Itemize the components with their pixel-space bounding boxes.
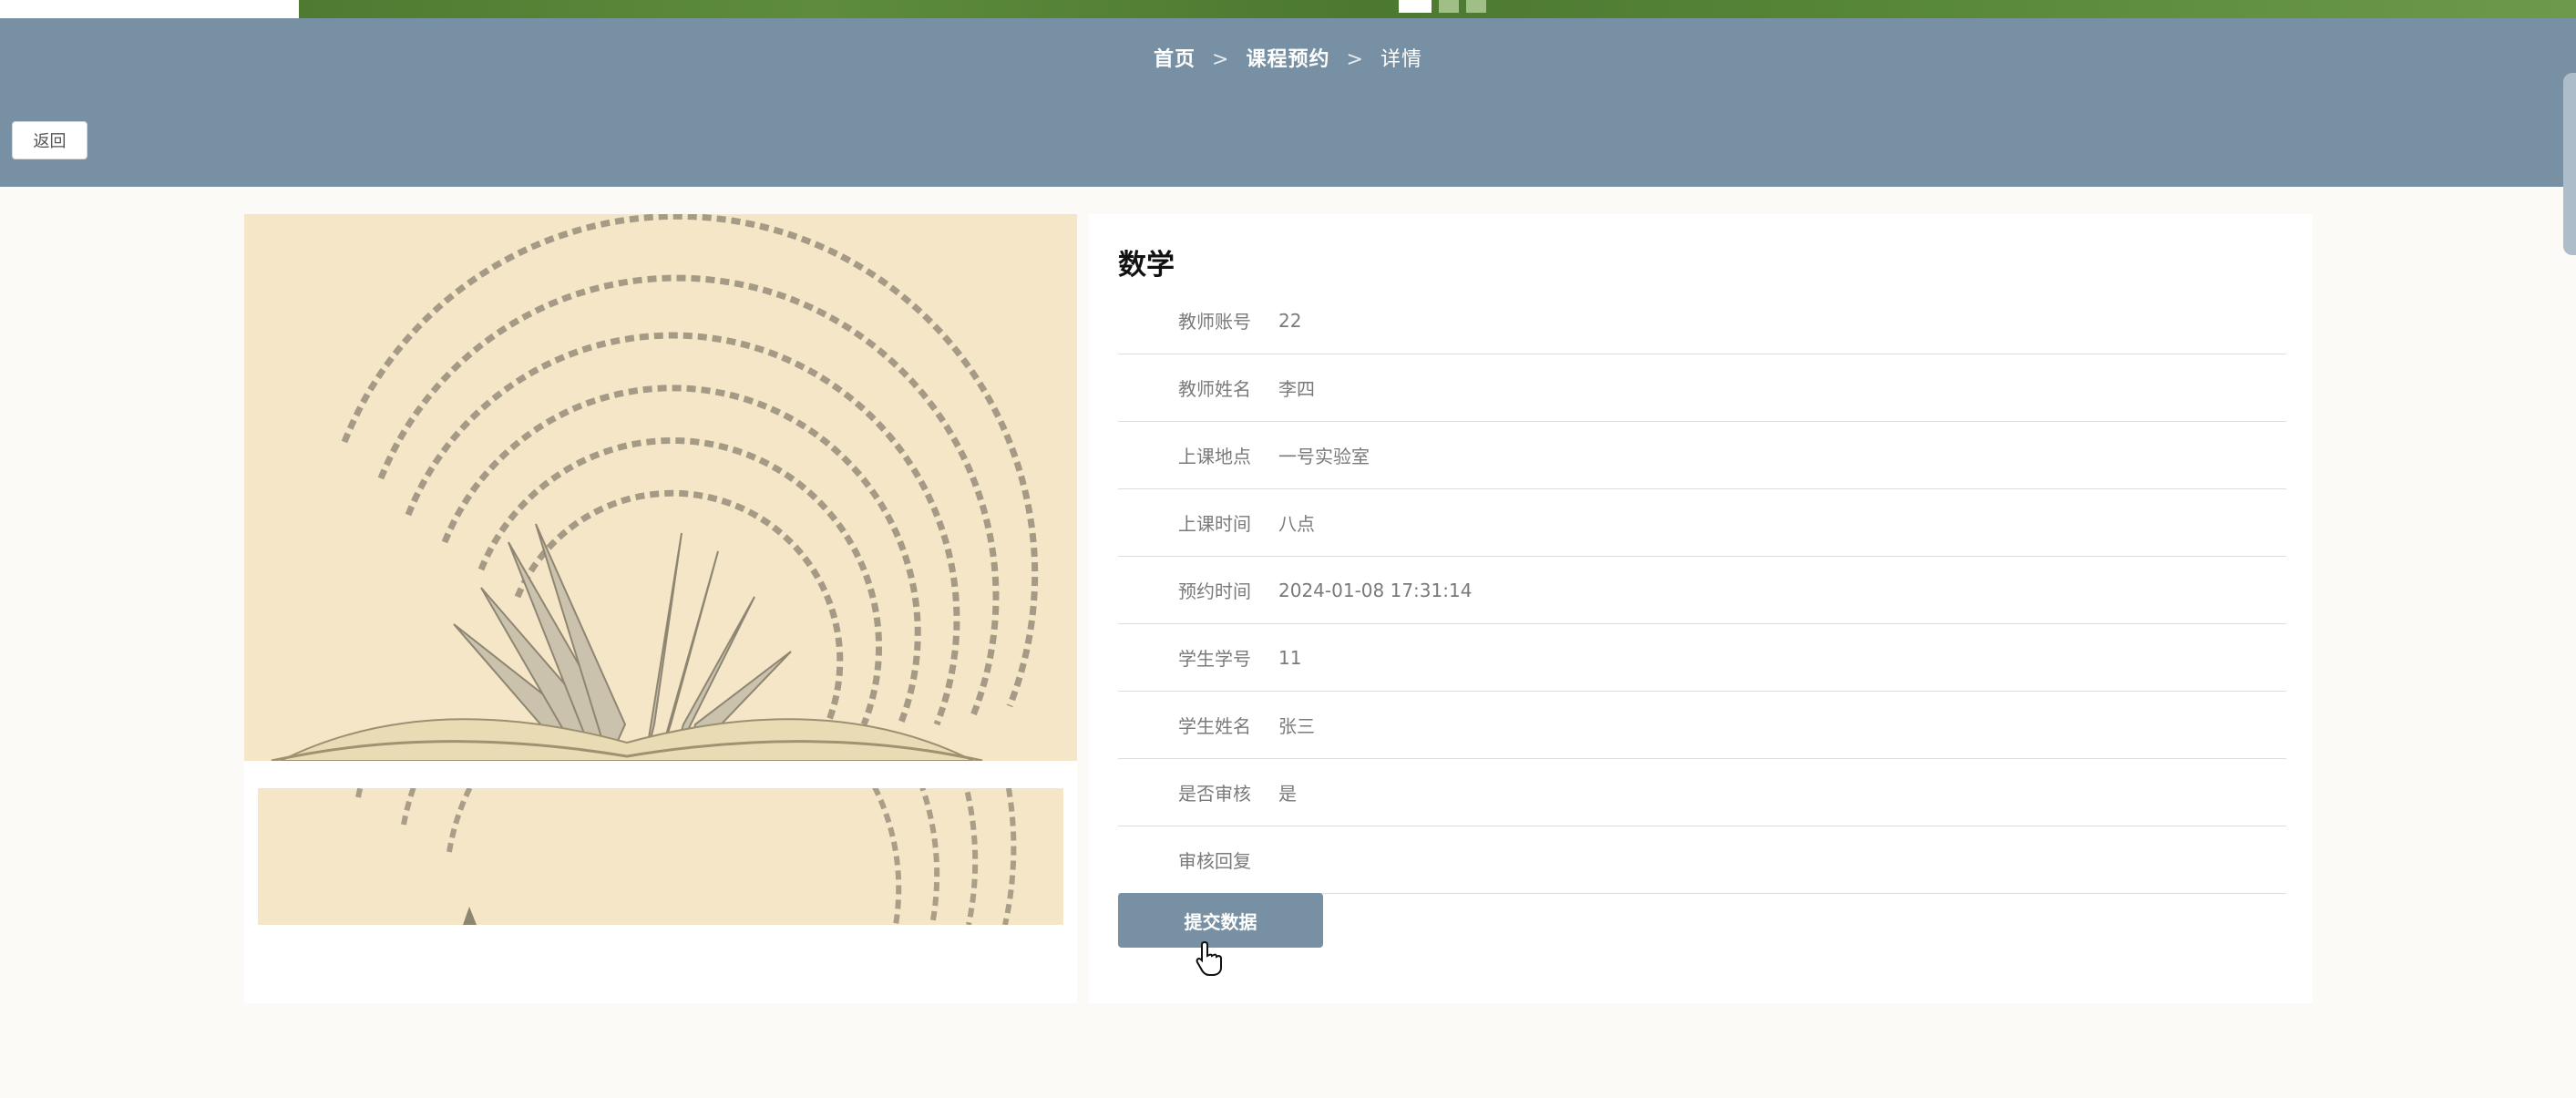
course-image — [244, 214, 1077, 761]
breadcrumb-separator: > — [1346, 48, 1364, 71]
image-panel — [244, 214, 1077, 1003]
hand-pointer-icon — [1196, 940, 1222, 976]
detail-row-student-name: 学生姓名 张三 — [1118, 692, 2286, 759]
detail-label: 教师姓名 — [1178, 378, 1251, 400]
detail-value: 22 — [1278, 309, 1302, 332]
breadcrumb-section[interactable]: 课程预约 — [1246, 48, 1329, 71]
detail-label: 审核回复 — [1178, 850, 1251, 872]
course-thumbnail[interactable] — [258, 788, 1063, 925]
course-title: 数学 — [1118, 249, 1175, 282]
detail-label: 上课地点 — [1178, 446, 1251, 467]
page: 首页 > 课程预约 > 详情 返回 数学 教师账号 22 教师姓名 李四 上课地… — [0, 0, 2576, 1098]
carousel-dot-1[interactable] — [1399, 0, 1432, 13]
breadcrumb: 首页 > 课程预约 > 详情 — [0, 43, 2576, 72]
detail-label: 学生学号 — [1178, 648, 1251, 670]
detail-value: 八点 — [1278, 513, 1315, 535]
detail-list: 教师账号 22 教师姓名 李四 上课地点 一号实验室 上课时间 八点 预约时间 … — [1118, 287, 2286, 894]
detail-label: 上课时间 — [1178, 513, 1251, 535]
detail-value: 一号实验室 — [1278, 446, 1370, 467]
detail-label: 教师账号 — [1178, 311, 1251, 333]
book-illustration-icon — [244, 214, 1077, 761]
detail-row-teacher-name: 教师姓名 李四 — [1118, 354, 2286, 422]
detail-row-teacher-account: 教师账号 22 — [1118, 287, 2286, 354]
detail-label: 是否审核 — [1178, 783, 1251, 805]
back-button[interactable]: 返回 — [12, 121, 87, 159]
carousel-dots — [1399, 0, 1486, 13]
detail-value: 是 — [1278, 783, 1297, 805]
detail-row-location: 上课地点 一号实验室 — [1118, 422, 2286, 489]
detail-label: 预约时间 — [1178, 580, 1251, 602]
breadcrumb-home[interactable]: 首页 — [1154, 48, 1196, 71]
detail-value: 2024-01-08 17:31:14 — [1278, 579, 1473, 601]
detail-label: 学生姓名 — [1178, 715, 1251, 737]
banner-blank — [0, 0, 299, 18]
detail-value: 李四 — [1278, 378, 1315, 400]
detail-row-reviewed: 是否审核 是 — [1118, 759, 2286, 826]
detail-row-student-id: 学生学号 11 — [1118, 624, 2286, 692]
detail-panel: 数学 教师账号 22 教师姓名 李四 上课地点 一号实验室 上课时间 八点 预约… — [1089, 214, 2313, 1003]
breadcrumb-current: 详情 — [1380, 48, 1422, 71]
detail-row-booking-time: 预约时间 2024-01-08 17:31:14 — [1118, 557, 2286, 624]
top-banner — [0, 0, 2576, 18]
detail-row-class-time: 上课时间 八点 — [1118, 489, 2286, 557]
detail-row-review-reply: 审核回复 — [1118, 826, 2286, 894]
submit-button[interactable]: 提交数据 — [1118, 893, 1323, 948]
breadcrumb-header: 首页 > 课程预约 > 详情 返回 — [0, 18, 2576, 255]
carousel-dot-2[interactable] — [1439, 0, 1459, 13]
detail-value: 张三 — [1278, 715, 1315, 737]
detail-value: 11 — [1278, 646, 1302, 669]
breadcrumb-separator: > — [1212, 48, 1230, 71]
carousel-dot-3[interactable] — [1466, 0, 1486, 13]
thumbnail-illustration-icon — [258, 788, 1063, 925]
scrollbar[interactable] — [2563, 73, 2576, 255]
